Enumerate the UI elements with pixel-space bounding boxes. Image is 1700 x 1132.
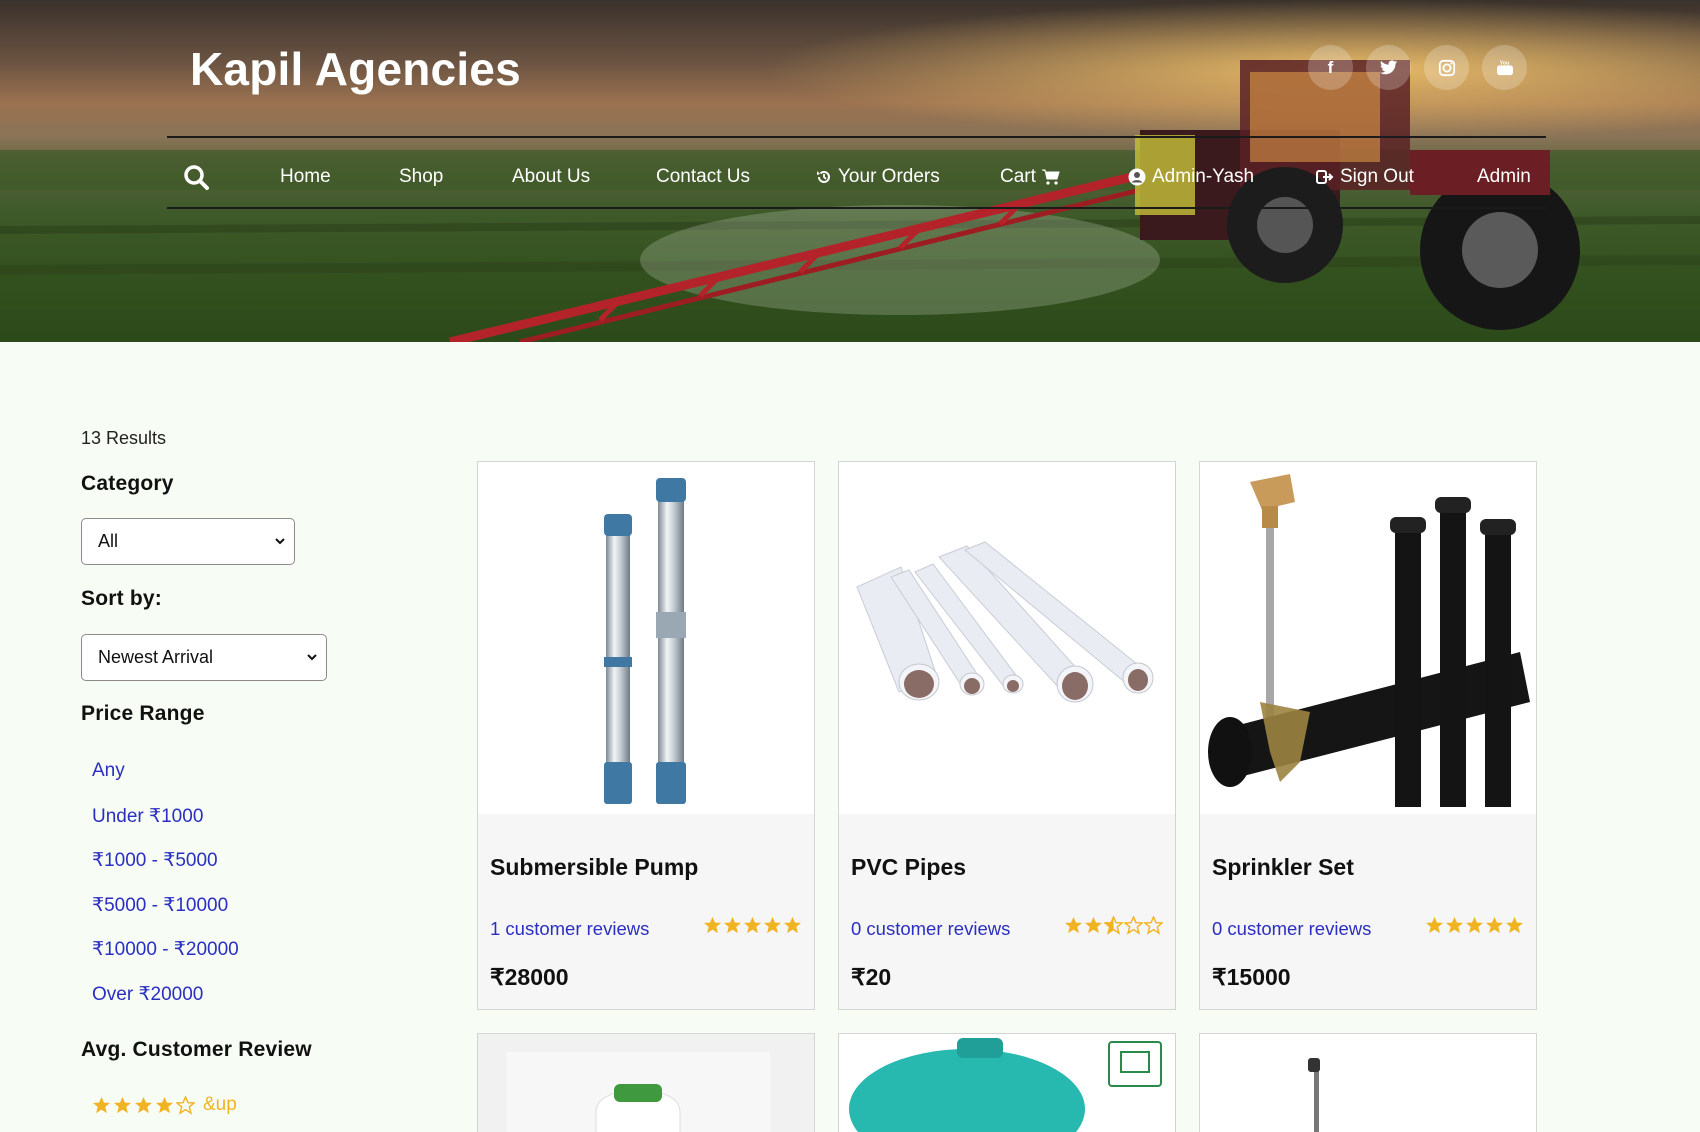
nav-admin[interactable]: Admin (1477, 165, 1531, 189)
product-card[interactable] (1199, 1033, 1537, 1132)
star-filled-icon (92, 1096, 111, 1113)
star-filled-icon (155, 1096, 174, 1113)
nav-contact[interactable]: Contact Us (656, 165, 750, 189)
price-range-5000-10000[interactable]: ₹5000 - ₹10000 (92, 894, 228, 917)
youtube-icon[interactable]: You (1482, 45, 1527, 90)
star-filled-icon (783, 916, 802, 934)
product-reviews-link[interactable]: 0 customer reviews (851, 918, 1010, 940)
nav-cart-label: Cart (1000, 166, 1036, 187)
product-card[interactable]: Submersible Pump 1 customer reviews ₹280… (477, 461, 815, 1010)
nav-top-divider (167, 136, 1546, 138)
star-filled-icon (743, 916, 762, 934)
sort-select-value: Newest Arrival (98, 647, 214, 667)
nav-about[interactable]: About Us (512, 165, 590, 189)
review-filter-label: &up (203, 1094, 237, 1115)
product-price: ₹28000 (490, 964, 569, 990)
nav-sign-out-label: Sign Out (1340, 166, 1414, 187)
product-price: ₹15000 (1212, 964, 1291, 990)
category-select-value: All (98, 531, 119, 551)
star-empty-icon (176, 1095, 195, 1115)
category-heading: Category (81, 472, 174, 495)
product-card[interactable]: PVC Pipes 0 customer reviews ₹20 (838, 461, 1176, 1010)
star-filled-icon (1505, 916, 1524, 934)
user-circle-icon (1128, 168, 1146, 186)
sign-out-icon (1316, 170, 1334, 184)
hero-banner: Kapil Agencies f You Home Shop About Us … (0, 0, 1700, 342)
product-image-sprinkler-set[interactable] (1200, 462, 1536, 814)
price-range-any[interactable]: Any (92, 760, 125, 782)
results-count: 13 Results (81, 428, 167, 448)
product-image-water-tank[interactable] (839, 1034, 1175, 1132)
facebook-icon[interactable]: f (1308, 45, 1353, 90)
star-filled-icon (1425, 916, 1444, 934)
nav-user-account[interactable]: Admin-Yash (1128, 165, 1254, 189)
review-filter-stars (92, 1095, 195, 1115)
star-empty-icon (1124, 916, 1143, 935)
price-range-heading: Price Range (81, 702, 205, 725)
sort-select[interactable]: Newest Arrival (81, 634, 327, 681)
sort-heading: Sort by: (81, 587, 162, 610)
nav-your-orders[interactable]: Your Orders (816, 165, 940, 189)
nav-home[interactable]: Home (280, 165, 331, 189)
product-card[interactable]: Sprinkler Set 0 customer reviews ₹15000 (1199, 461, 1537, 1010)
cart-icon (1041, 169, 1060, 185)
star-filled-icon (1465, 916, 1484, 934)
product-image-pvc-pipes[interactable] (839, 462, 1175, 814)
product-image-submersible-pump[interactable] (478, 462, 814, 814)
product-rating-stars (1425, 916, 1524, 935)
star-filled-icon (723, 916, 742, 934)
product-rating-stars (1064, 916, 1163, 935)
star-filled-icon (763, 916, 782, 934)
star-filled-icon (1084, 916, 1103, 934)
star-filled-icon (1064, 916, 1083, 934)
product-rating-stars (703, 916, 802, 935)
product-title[interactable]: Sprinkler Set (1212, 854, 1354, 881)
star-filled-icon (134, 1096, 153, 1113)
star-filled-icon (703, 916, 722, 934)
search-icon[interactable] (183, 165, 209, 190)
price-range-10000-20000[interactable]: ₹10000 - ₹20000 (92, 938, 239, 961)
product-card[interactable] (477, 1033, 815, 1132)
chevron-down-icon (307, 654, 317, 661)
star-filled-icon (1485, 916, 1504, 934)
product-reviews-link[interactable]: 0 customer reviews (1212, 918, 1371, 940)
review-filter-4-up[interactable]: &up (92, 1094, 237, 1116)
twitter-icon[interactable] (1366, 45, 1411, 90)
price-range-under-1000[interactable]: Under ₹1000 (92, 805, 203, 828)
chevron-down-icon (275, 538, 285, 545)
star-filled-icon (113, 1096, 132, 1113)
star-filled-icon (1445, 916, 1464, 934)
svg-text:You: You (1499, 60, 1509, 66)
nav-user-label: Admin-Yash (1152, 166, 1255, 187)
product-reviews-link[interactable]: 1 customer reviews (490, 918, 649, 940)
product-title[interactable]: PVC Pipes (851, 854, 966, 881)
nav-bottom-divider (167, 207, 1546, 209)
category-select[interactable]: All (81, 518, 295, 565)
avg-review-heading: Avg. Customer Review (81, 1038, 312, 1061)
price-range-over-20000[interactable]: Over ₹20000 (92, 983, 203, 1006)
product-title[interactable]: Submersible Pump (490, 854, 698, 881)
product-card[interactable] (838, 1033, 1176, 1132)
brand-logo-text[interactable]: Kapil Agencies (190, 42, 521, 96)
nav-your-orders-label: Your Orders (838, 166, 940, 187)
instagram-icon[interactable] (1424, 45, 1469, 90)
product-price: ₹20 (851, 964, 892, 990)
history-icon (817, 170, 830, 183)
star-half-icon (1104, 916, 1123, 935)
star-empty-icon (1144, 916, 1163, 935)
nav-sign-out[interactable]: Sign Out (1316, 165, 1414, 189)
product-image-spray-gun[interactable] (1200, 1034, 1536, 1132)
nav-shop[interactable]: Shop (399, 165, 443, 189)
price-range-1000-5000[interactable]: ₹1000 - ₹5000 (92, 849, 218, 872)
nav-cart[interactable]: Cart (1000, 165, 1060, 189)
product-image-sprayer[interactable] (506, 1052, 770, 1132)
